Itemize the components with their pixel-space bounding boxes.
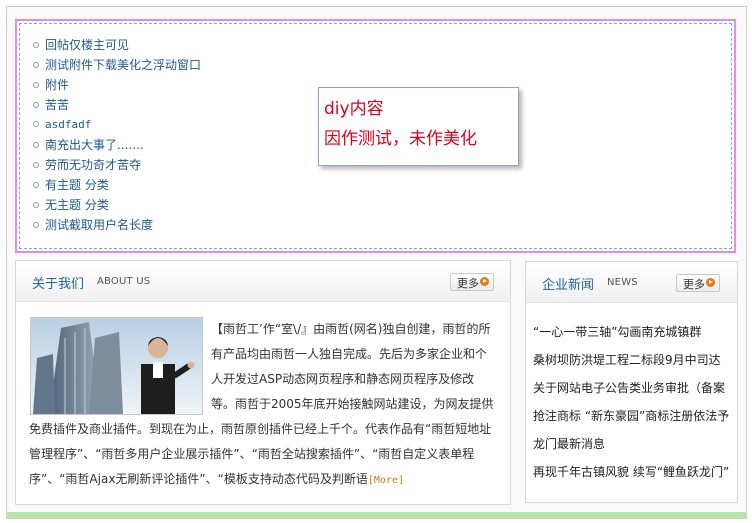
news-item[interactable]: 再现千年古镇风貌 续写“鲤鱼跃龙门” — [533, 458, 733, 486]
company-news-panel: 企业新闻 NEWS 更多 “一心一带三轴”勾画南充城镇群 桑树坝防洪堤工程二标段… — [525, 261, 738, 503]
news-item[interactable]: 桑树坝防洪堤工程二标段9月中司达 — [533, 346, 733, 374]
about-us-panel: 关于我们 ABOUT US 更多 【雨哲工’作“室\/』由雨哲(网名)独自创建，… — [15, 260, 511, 505]
footer-strip — [6, 512, 747, 518]
thread-item[interactable]: asdfadf — [33, 115, 201, 135]
news-list: “一心一带三轴”勾画南充城镇群 桑树坝防洪堤工程二标段9月中司达 关于网站电子公… — [533, 318, 733, 486]
bullet-icon — [33, 81, 39, 88]
thread-item[interactable]: 苦苦 — [33, 95, 201, 115]
bullet-icon — [33, 101, 39, 108]
thread-item[interactable]: 无主题 分类 — [33, 195, 201, 215]
arrow-right-icon — [706, 278, 715, 287]
thread-item[interactable]: 附件 — [33, 75, 201, 95]
about-us-header: 关于我们 ABOUT US 更多 — [16, 261, 510, 302]
company-news-header: 企业新闻 NEWS 更多 — [526, 262, 737, 303]
company-news-title: 企业新闻 — [542, 278, 595, 293]
bullet-icon — [33, 41, 39, 48]
more-button-label: 更多 — [683, 278, 705, 291]
about-us-subtitle: ABOUT US — [97, 276, 151, 287]
about-us-text: 【雨哲工’作“室\/』由雨哲(网名)独自创建，雨哲的所有产品均由雨哲一人独自完成… — [29, 317, 497, 493]
arrow-right-icon — [480, 277, 489, 286]
thread-link[interactable]: 无主题 分类 — [45, 198, 109, 212]
thread-link[interactable]: 苦苦 — [45, 98, 69, 112]
company-news-subtitle: NEWS — [607, 277, 638, 288]
bullet-icon — [33, 221, 39, 228]
bullet-icon — [33, 61, 39, 68]
about-us-title: 关于我们 — [32, 277, 85, 292]
thread-list: 回帖仅楼主可见 测试附件下载美化之浮动窗口 附件 苦苦 asdfadf 南充出大… — [33, 35, 201, 235]
diy-popup-note: 因作测试，未作美化 — [324, 129, 477, 149]
bullet-icon — [33, 121, 39, 127]
news-item[interactable]: “一心一带三轴”勾画南充城镇群 — [533, 318, 733, 346]
thread-link[interactable]: 测试附件下载美化之浮动窗口 — [45, 58, 201, 72]
thread-item[interactable]: 劳而无功奇才苦夺 — [33, 155, 201, 175]
bullet-icon — [33, 181, 39, 188]
more-button-label: 更多 — [457, 277, 479, 290]
thread-link[interactable]: 回帖仅楼主可见 — [45, 38, 129, 52]
thread-link[interactable]: 劳而无功奇才苦夺 — [45, 158, 141, 172]
diy-content-popup: diy内容 因作测试，未作美化 — [318, 87, 519, 166]
news-more-button[interactable]: 更多 — [676, 274, 720, 292]
bullet-icon — [33, 201, 39, 208]
bullet-icon — [33, 161, 39, 168]
news-item[interactable]: 龙门最新消息 — [533, 430, 733, 458]
thread-link[interactable]: 附件 — [45, 78, 69, 92]
news-item[interactable]: 抢注商标 “新东豪园”商标注册依法予 — [533, 402, 733, 430]
about-more-button[interactable]: 更多 — [450, 273, 494, 291]
thread-item[interactable]: 南充出大事了....... — [33, 135, 201, 155]
thread-item[interactable]: 回帖仅楼主可见 — [33, 35, 201, 55]
thread-link[interactable]: 测试截取用户名长度 — [45, 218, 153, 232]
thread-item[interactable]: 测试截取用户名长度 — [33, 215, 201, 235]
bullet-icon — [33, 141, 39, 148]
about-more-link[interactable]: [More] — [368, 475, 404, 486]
thread-link[interactable]: asdfadf — [45, 118, 91, 131]
thread-link[interactable]: 有主题 分类 — [45, 178, 109, 192]
thread-item[interactable]: 测试附件下载美化之浮动窗口 — [33, 55, 201, 75]
news-item[interactable]: 关于网站电子公告类业务审批（备案 — [533, 374, 733, 402]
diy-popup-title: diy内容 — [324, 99, 384, 119]
thread-item[interactable]: 有主题 分类 — [33, 175, 201, 195]
thread-link[interactable]: 南充出大事了....... — [45, 138, 144, 152]
